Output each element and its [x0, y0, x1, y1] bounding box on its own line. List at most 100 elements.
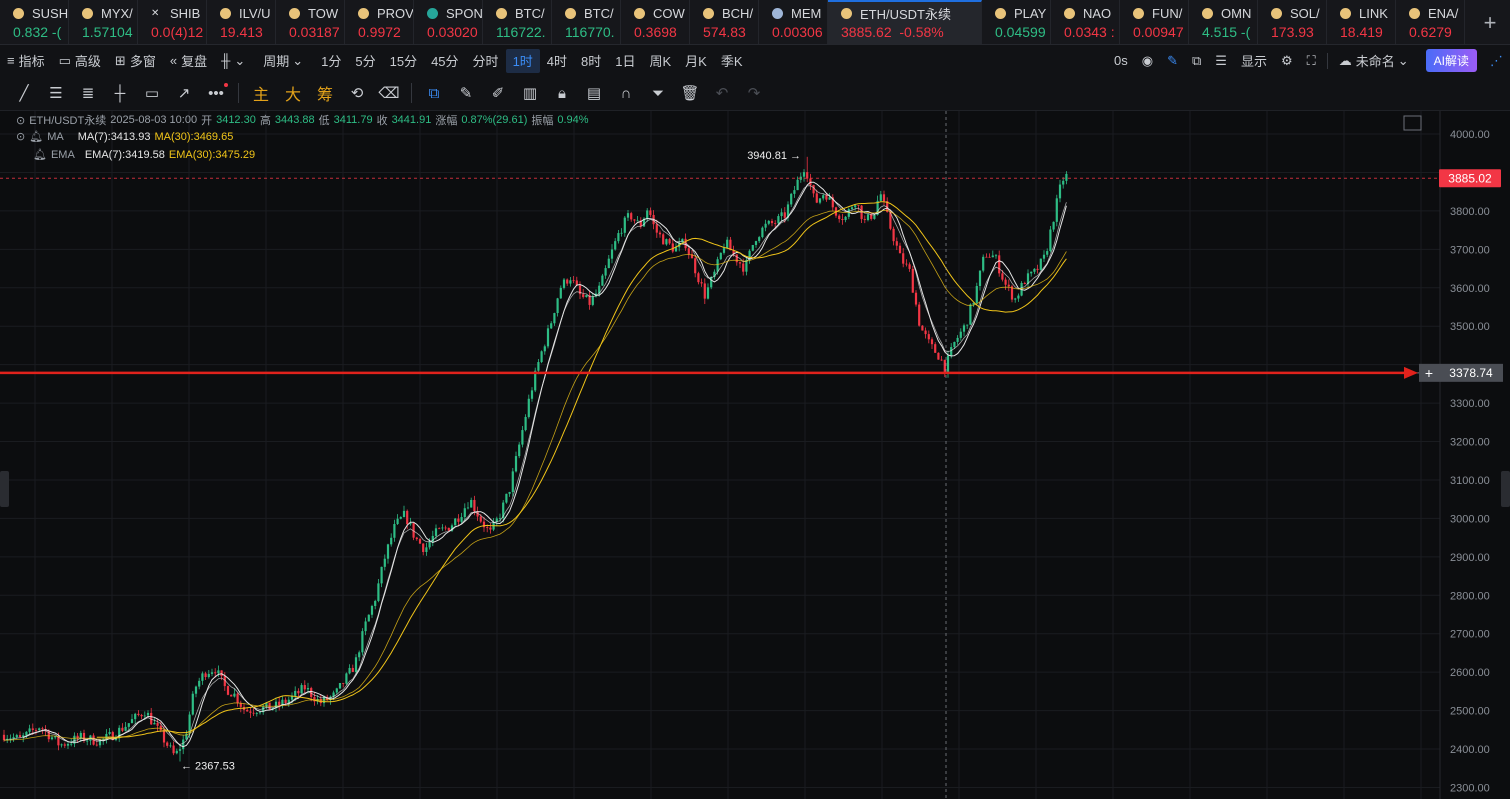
pen-tool[interactable]: ✎ — [450, 80, 482, 106]
interval-button[interactable]: 8时 — [574, 49, 608, 73]
magnet-tool[interactable]: ∩ — [610, 80, 642, 106]
more-tools-button[interactable]: ••• — [200, 80, 232, 106]
ticker-tab[interactable]: SPON 0.03020 — [414, 0, 483, 44]
settings-button[interactable]: ⚙ — [1274, 49, 1300, 73]
ticker-tab[interactable]: SOL/173.93 — [1258, 0, 1327, 44]
ai-interpret-button[interactable]: AI解读 — [1425, 49, 1477, 72]
candle-body — [479, 516, 482, 522]
price-chart[interactable]: 3885.02 +3378.74 4000.00 3800.00 3700.00 3600… — [0, 111, 1510, 799]
multi-window-button[interactable]: ⊞ 多窗 — [108, 49, 163, 73]
ticker-tab[interactable]: PROV 0.9972 — [345, 0, 414, 44]
parallel-channel-tool[interactable]: ☰ — [40, 80, 72, 106]
delete-tool[interactable]: 🗑︎ — [674, 80, 706, 106]
ticker-tab[interactable]: OMN 4.515 -( — [1189, 0, 1258, 44]
fullscreen-button[interactable]: ⛶ — [1300, 49, 1323, 73]
ticker-tab-active[interactable]: ETH/USDT永续 3885.62 -0.58% — [828, 0, 982, 44]
chart-canvas[interactable]: 3885.02 + 3378.74 4000.00 3800.00 3700.00 3600… — [0, 111, 1510, 799]
ticker-tab[interactable]: COW 0.3698 — [621, 0, 690, 44]
collapse-icon[interactable]: ⊙ — [16, 114, 25, 127]
bars-tool[interactable]: ▥ — [514, 80, 546, 106]
bell-icon[interactable]: 🔔︎ — [33, 148, 47, 161]
advanced-button[interactable]: ▭ 高级 — [52, 49, 108, 73]
pattern-tool[interactable]: ↗ — [168, 80, 200, 106]
list-button[interactable]: ☰ — [1208, 49, 1234, 73]
interval-button[interactable]: 分时 — [466, 49, 506, 73]
interval-button[interactable]: 5分 — [348, 49, 382, 73]
ticker-tab[interactable]: NAO 0.0343 : — [1051, 0, 1120, 44]
fib-tool[interactable]: ≣ — [72, 80, 104, 106]
main-force-tool[interactable]: 主 — [245, 80, 277, 106]
redo-button[interactable]: ↷ — [738, 80, 770, 106]
ticker-tab[interactable]: SUSH 0.832 -( — [0, 0, 69, 44]
ticker-tab[interactable]: BCH/574.83 — [690, 0, 759, 44]
screenshot-button[interactable]: ◉ — [1135, 49, 1160, 73]
ticker-tab[interactable]: PLAY 0.04599 — [982, 0, 1051, 44]
large-order-tool[interactable]: 大 — [277, 80, 309, 106]
popout-button[interactable]: ⧉ — [1185, 49, 1208, 73]
candle-body — [978, 270, 982, 287]
interval-button[interactable]: 1日 — [608, 49, 642, 73]
candle-body — [716, 259, 719, 272]
layout-button[interactable]: ☁ 未命名 ⌄ — [1332, 49, 1420, 73]
indicators-button[interactable]: ≡ 指标 — [0, 49, 52, 73]
ticker-tab[interactable]: MEM 0.00306 — [759, 0, 828, 44]
ticker-tab[interactable]: MYX/1.57104 — [69, 0, 138, 44]
candle-body — [207, 673, 210, 678]
ticker-symbol-text: ILV/U — [239, 6, 271, 21]
filter-tool[interactable]: ⏷ — [642, 80, 674, 106]
horizontal-line-tool[interactable]: ┼ — [104, 80, 136, 106]
ema-legend: 🔔︎ EMA EMA(7):3419.58 EMA(30):3475.29 — [33, 148, 259, 162]
period-button[interactable]: 周期 ⌄ — [256, 49, 314, 73]
candle-body — [50, 737, 54, 740]
fullscreen-icon: ⛶ — [1306, 52, 1316, 68]
interval-button[interactable]: 周K — [643, 49, 679, 73]
interval-button[interactable]: 15分 — [383, 49, 424, 73]
ticker-tab[interactable]: FUN/0.00947 — [1120, 0, 1189, 44]
display-button[interactable]: 显示 — [1234, 49, 1274, 73]
chip-tool[interactable]: 筹 — [309, 80, 341, 106]
collapse-icon[interactable]: ⊙ — [16, 130, 25, 143]
add-tab-button[interactable]: + — [1465, 0, 1510, 44]
interval-button[interactable]: 45分 — [424, 49, 465, 73]
brush-tool[interactable]: ✐ — [482, 80, 514, 106]
candle-body — [530, 390, 534, 399]
ticker-tab[interactable]: TOW 0.03187 — [276, 0, 345, 44]
price-tick-label: 2500.00 — [1450, 706, 1490, 718]
note-tool[interactable]: ▤ — [578, 80, 610, 106]
trendline-tool[interactable]: ╱ — [8, 80, 40, 106]
erase-tool[interactable]: ⌫ — [373, 80, 405, 106]
ticker-tab[interactable]: BTC/116770. — [552, 0, 621, 44]
order-tool[interactable]: ⟲ — [341, 80, 373, 106]
ticker-tab[interactable]: ENA/0.6279 — [1396, 0, 1465, 44]
right-panel-handle[interactable] — [1501, 471, 1510, 507]
interval-button[interactable]: 4时 — [540, 49, 574, 73]
candle-body — [892, 228, 895, 242]
interval-button[interactable]: 1分 — [314, 49, 348, 73]
candle-body — [470, 499, 473, 508]
undo-button[interactable]: ↶ — [706, 80, 738, 106]
share-button[interactable]: ⋰ — [1483, 49, 1510, 73]
lock-tool[interactable]: 🔒︎ — [546, 80, 578, 106]
chart-type-button[interactable]: ╫ ⌄ — [214, 49, 256, 73]
ticker-tab[interactable]: ILV/U 19.413 — [207, 0, 276, 44]
camera-icon: ◉ — [1141, 52, 1154, 68]
candle-body — [140, 714, 143, 717]
interval-button[interactable]: 1时 — [505, 48, 540, 73]
candle-body — [1052, 221, 1055, 230]
candle-body — [258, 712, 262, 714]
ticker-tab[interactable]: ✕ SHIB 0.0(4)12 — [138, 0, 207, 44]
candle-body — [527, 398, 530, 417]
legend-symbol: ETH/USDT永续 — [29, 115, 107, 127]
rectangle-tool[interactable]: ▭ — [136, 80, 168, 106]
candle-body — [546, 328, 550, 347]
ticker-tab[interactable]: BTC/116722. — [483, 0, 552, 44]
copy-tool[interactable]: ⧉ — [418, 80, 450, 106]
replay-button[interactable]: « 复盘 — [163, 49, 214, 73]
candle-body — [361, 631, 364, 653]
interval-button[interactable]: 月K — [678, 49, 714, 73]
draw-toggle-button[interactable]: ✎ — [1160, 49, 1185, 73]
interval-button[interactable]: 季K — [714, 49, 750, 73]
ticker-tab[interactable]: LINK 18.419 — [1327, 0, 1396, 44]
bell-icon[interactable]: 🔔︎ — [29, 130, 43, 143]
left-panel-handle[interactable] — [0, 471, 9, 507]
